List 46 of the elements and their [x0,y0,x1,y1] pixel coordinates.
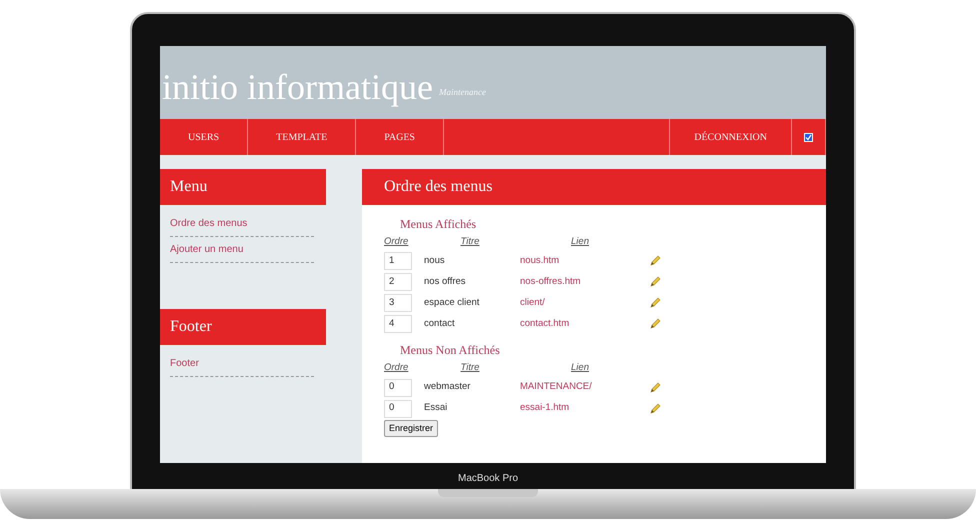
menu-link[interactable]: essai-1.htm [520,401,570,416]
pencil-icon[interactable] [649,276,661,288]
site-title: initio informatique [162,69,433,105]
menu-link[interactable]: MAINTENANCE/ [520,380,592,395]
section-title: Menus Non Affichés [400,342,501,360]
column-header: Titre [460,235,480,249]
sidebar-heading: Menu [160,169,326,205]
table-cell: nos offres [424,275,466,290]
menu-link[interactable]: client/ [520,296,545,310]
table-cell: nous [424,254,445,268]
order-field[interactable]: 1 [384,252,412,270]
panel-heading: Ordre des menus [362,169,826,205]
site-subtitle: Maintenance [438,86,486,98]
nav-link[interactable]: USERS [160,119,248,155]
sidebar-heading: Footer [160,309,326,345]
column-header: Lien [571,235,589,249]
menu-link[interactable]: nous.htm [520,254,560,268]
pencil-icon[interactable] [649,382,661,394]
order-field[interactable]: 0 [384,400,412,418]
order-field[interactable]: 0 [384,378,412,396]
sidebar-link[interactable]: Footer [170,351,314,377]
sidebar-link[interactable]: Ajouter un menu [170,237,314,263]
nav-link[interactable]: PAGES [356,119,444,155]
order-field[interactable]: 3 [384,294,412,312]
pencil-icon[interactable] [649,318,661,330]
column-header: Titre [460,361,480,376]
order-field[interactable]: 2 [384,273,412,292]
device-label: MacBook Pro [456,472,520,486]
order-field[interactable]: 4 [384,315,412,334]
table-cell: espace client [424,296,480,310]
menu-link[interactable]: nos-offres.htm [520,275,581,290]
nav-link[interactable]: TEMPLATE [248,119,356,155]
pencil-icon[interactable] [649,402,661,414]
column-header: Ordre [384,235,410,249]
sidebar-link[interactable]: Ordre des menus [170,211,314,237]
logout-link[interactable]: DÉCONNEXION [669,119,792,155]
table-cell: contact [424,317,455,332]
menu-link[interactable]: contact.htm [520,317,570,332]
column-header: Ordre [384,361,410,376]
column-header: Lien [571,361,589,376]
save-button[interactable]: Enregistrer [384,420,438,437]
section-title: Menus Affichés [400,216,478,233]
table-cell-text: webmaster [424,380,470,394]
pencil-icon[interactable] [649,255,661,268]
pencil-icon[interactable] [649,297,661,310]
table-cell-text: Essai [424,401,448,416]
